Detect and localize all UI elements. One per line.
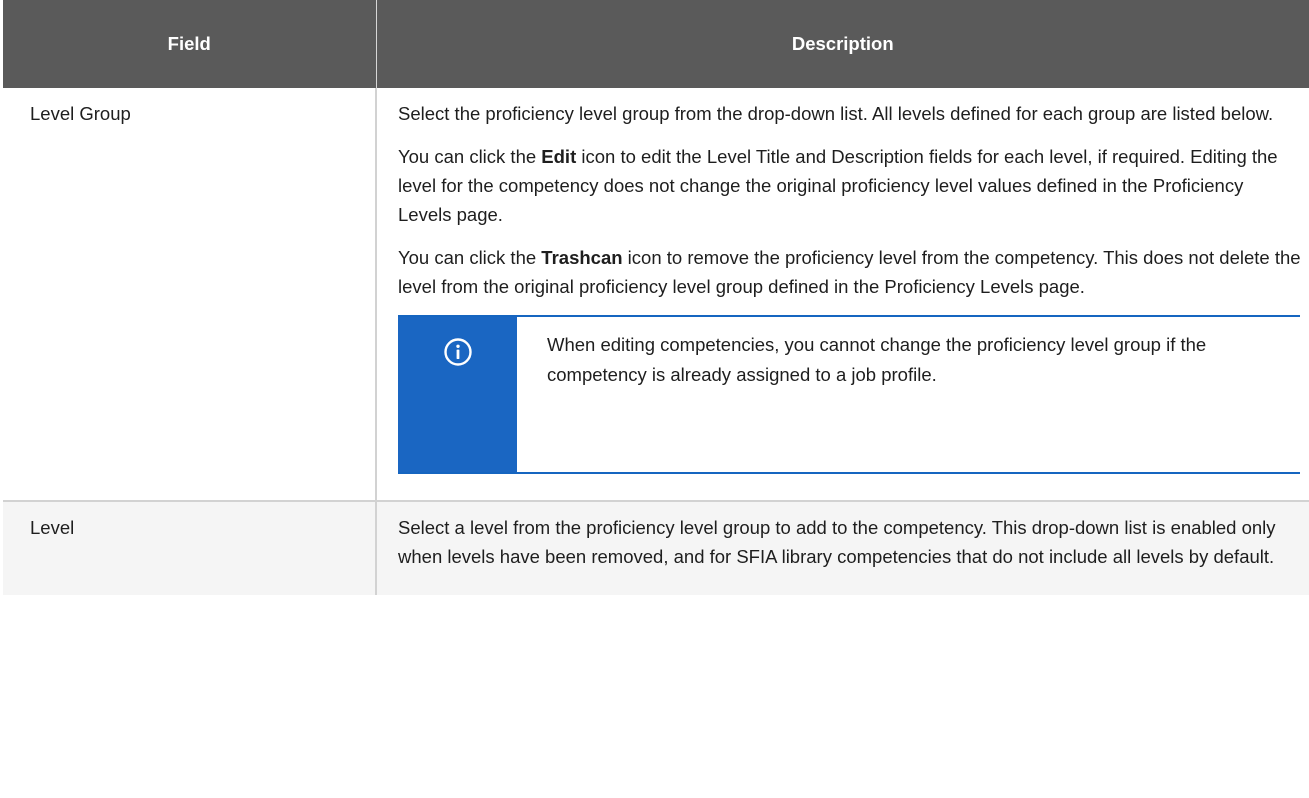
description-paragraph: You can click the Trashcan icon to remov…: [398, 243, 1301, 301]
table-row-level: Level Select a level from the proficienc…: [3, 501, 1309, 595]
description-cell: Select the proficiency level group from …: [376, 88, 1309, 502]
description-paragraph: Select a level from the proficiency leve…: [398, 517, 1276, 567]
paragraph-text: You can click the: [398, 247, 542, 268]
description-paragraph: You can click the Edit icon to edit the …: [398, 142, 1301, 229]
field-name: Level: [3, 501, 377, 595]
field-description-table: Field Description Level Group Select the…: [3, 0, 1309, 595]
info-circle-icon: [443, 338, 472, 366]
table-header-row: Field Description: [3, 0, 1309, 88]
table-row-level-group: Level Group Select the proficiency level…: [3, 88, 1309, 502]
paragraph-text: You can click the: [398, 146, 542, 167]
edit-term: Edit: [541, 146, 577, 167]
header-field: Field: [3, 0, 377, 88]
info-note: When editing competencies, you cannot ch…: [398, 315, 1300, 474]
note-text: When editing competencies, you cannot ch…: [547, 334, 1207, 385]
field-name: Level Group: [3, 88, 377, 502]
header-description: Description: [376, 0, 1309, 88]
trashcan-term: Trashcan: [541, 247, 623, 268]
description-paragraph: Select the proficiency level group from …: [398, 103, 1274, 124]
description-cell: Select a level from the proficiency leve…: [376, 501, 1309, 595]
note-icon-column: [398, 317, 517, 472]
